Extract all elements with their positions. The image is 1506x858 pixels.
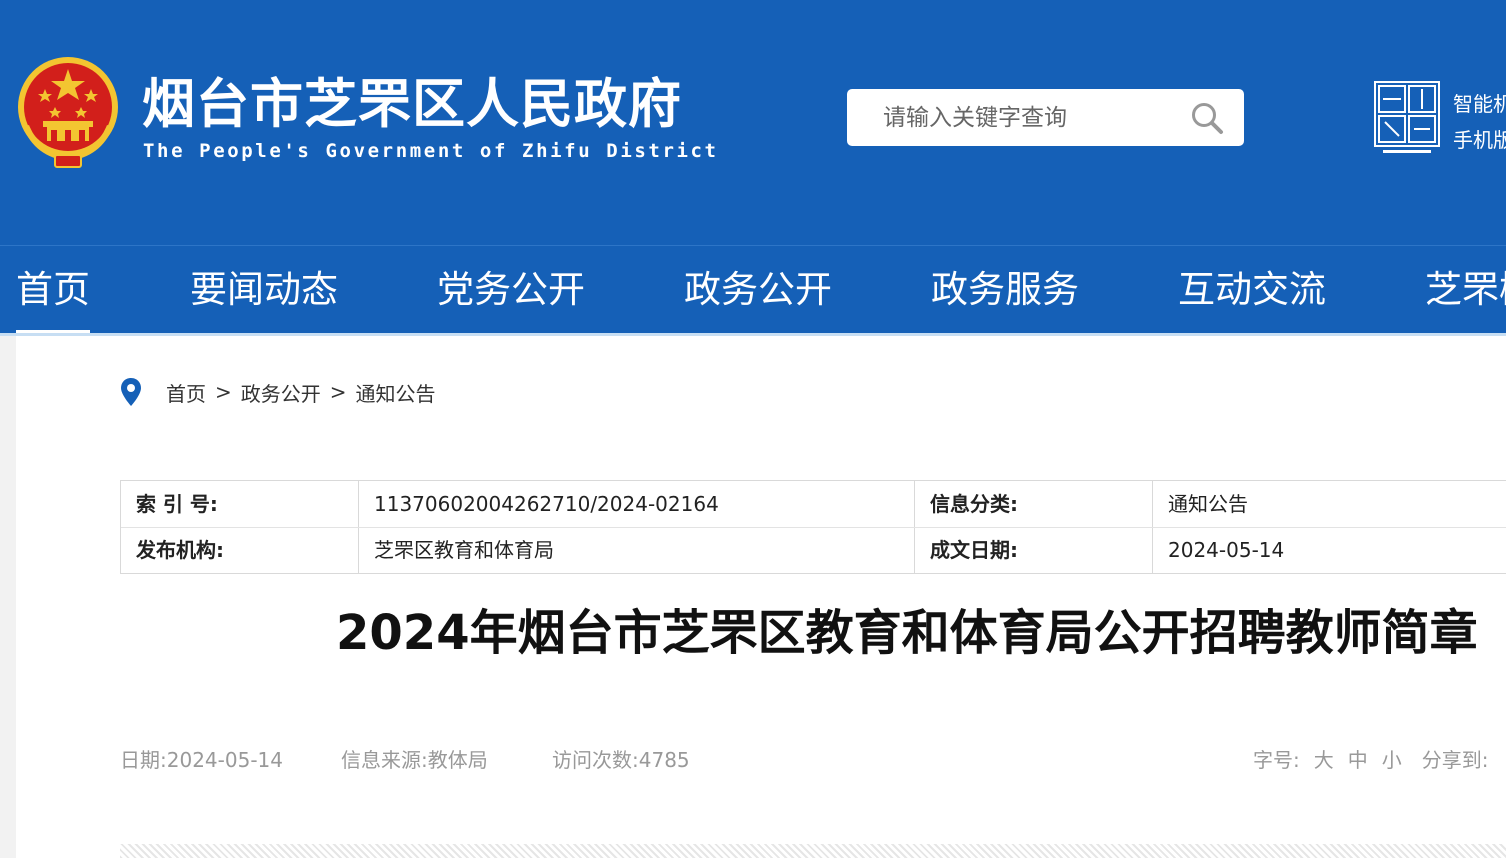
nav-item-interaction[interactable]: 互动交流: [1178, 246, 1326, 334]
article-source-label: 信息来源:: [341, 748, 428, 772]
nav-item-party-affairs[interactable]: 党务公开: [437, 246, 585, 334]
share-label: 分享到:: [1421, 748, 1489, 772]
article-date: 日期:2024-05-14: [120, 744, 283, 776]
category-value: 通知公告: [1168, 492, 1248, 516]
location-pin-icon: [121, 378, 141, 406]
nav-item-government-services[interactable]: 政务服务: [931, 246, 1079, 334]
site-title: 烟台市芝罘区人民政府: [142, 74, 682, 135]
breadcrumb-government-affairs[interactable]: 政务公开: [241, 378, 321, 407]
article-visits-label: 访问次数:: [552, 748, 639, 772]
national-emblem-icon: [18, 57, 118, 168]
index-label: 索 引 号:: [136, 492, 218, 516]
nav-item-news[interactable]: 要闻动态: [190, 246, 338, 334]
article-source-value: 教体局: [427, 748, 488, 772]
content-panel: 首页 > 政务公开 > 通知公告 索 引 号: 1137060200426271…: [16, 336, 1506, 858]
site-subtitle: The People's Government of Zhifu Distric…: [143, 140, 719, 162]
search-input[interactable]: [881, 99, 1175, 137]
table-row: 索 引 号: 11370602004262710/2024-02164 信息分类…: [121, 481, 1506, 528]
article-divider: [120, 844, 1506, 858]
table-row: 发布机构: 芝罘区教育和体育局 成文日期: 2024-05-14: [121, 527, 1506, 573]
breadcrumb-separator: >: [329, 380, 347, 404]
article-source: 信息来源:教体局: [341, 744, 488, 776]
mobile-links: 智能机 手机版: [1453, 86, 1506, 158]
search-icon[interactable]: [1190, 101, 1224, 135]
font-size-medium-button[interactable]: 中: [1348, 748, 1368, 772]
article-date-value: 2024-05-14: [166, 748, 283, 772]
breadcrumb-notices[interactable]: 通知公告: [356, 378, 436, 407]
article-date-label: 日期:: [120, 748, 167, 772]
font-size-small-button[interactable]: 小: [1382, 748, 1402, 772]
main-nav: 首页 要闻动态 党务公开 政务公开 政务服务 互动交流 芝罘概况: [0, 245, 1506, 334]
publisher-label: 发布机构:: [136, 538, 224, 562]
date-value: 2024-05-14: [1168, 538, 1285, 562]
metadata-table: 索 引 号: 11370602004262710/2024-02164 信息分类…: [120, 480, 1506, 574]
nav-item-zhifu-overview[interactable]: 芝罘概况: [1425, 246, 1506, 334]
article-tools: 字号: 大中小分享到:: [1253, 744, 1489, 776]
index-value: 11370602004262710/2024-02164: [374, 492, 719, 516]
mobile-version-link[interactable]: 手机版: [1453, 122, 1506, 158]
yantai-china-logo-icon[interactable]: [1373, 80, 1441, 156]
breadcrumb-separator: >: [215, 380, 232, 404]
category-label: 信息分类:: [930, 492, 1018, 516]
publisher-value: 芝罘区教育和体育局: [374, 538, 554, 562]
nav-item-home[interactable]: 首页: [16, 246, 90, 334]
nav-item-government-affairs[interactable]: 政务公开: [684, 246, 832, 334]
breadcrumb: 首页 > 政务公开 > 通知公告: [120, 376, 436, 408]
site-header: 烟台市芝罘区人民政府 The People's Government of Zh…: [0, 0, 1506, 245]
date-label: 成文日期:: [930, 538, 1018, 562]
search-box: [847, 89, 1244, 146]
article-visits-value: 4785: [638, 748, 690, 772]
font-size-large-button[interactable]: 大: [1314, 748, 1334, 772]
smart-phone-link[interactable]: 智能机: [1453, 86, 1506, 122]
article-visits: 访问次数:4785: [552, 744, 690, 776]
font-size-label: 字号:: [1253, 748, 1300, 772]
article-title: 2024年烟台市芝罘区教育和体育局公开招聘教师简章: [336, 605, 1478, 661]
breadcrumb-home[interactable]: 首页: [166, 378, 206, 407]
